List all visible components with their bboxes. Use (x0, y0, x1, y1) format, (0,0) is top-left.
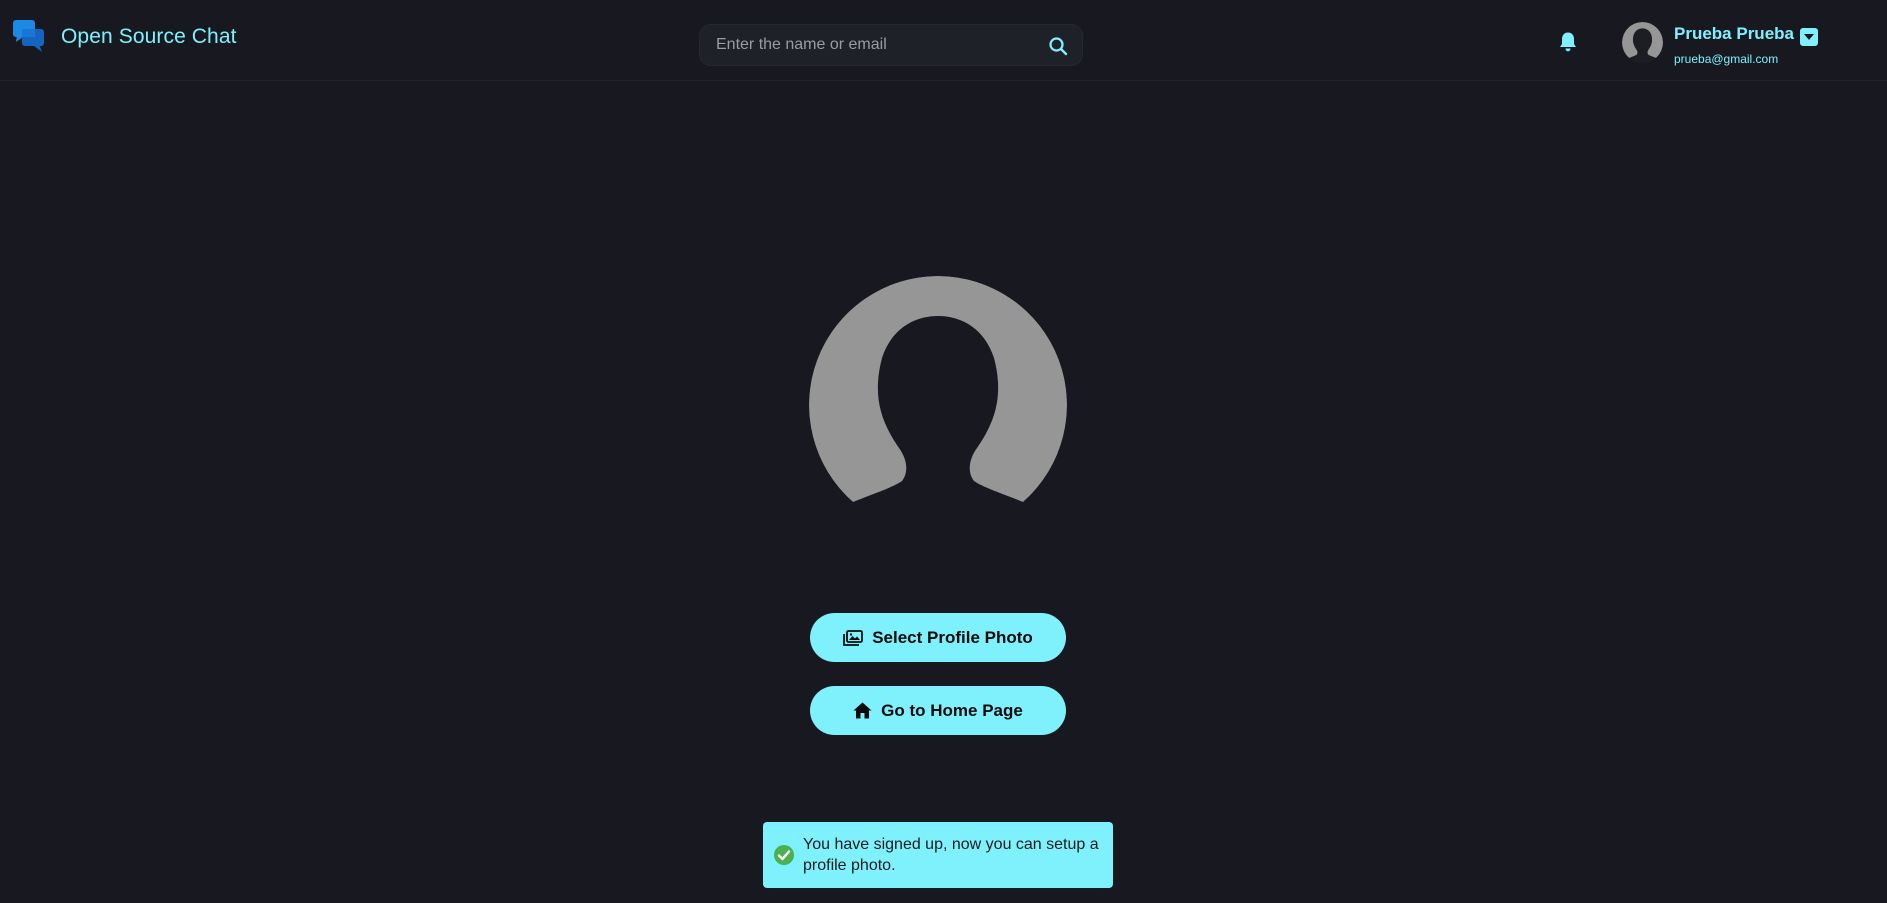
bell-icon[interactable] (1558, 31, 1578, 53)
default-avatar-icon (1622, 22, 1663, 58)
signup-success-toast[interactable]: You have signed up, now you can setup a … (763, 822, 1113, 888)
user-name[interactable]: Prueba Prueba (1674, 24, 1794, 44)
top-nav-bar: Open Source Chat Prueba Prueba prueba@gm… (0, 0, 1887, 81)
default-avatar-icon (809, 276, 1067, 502)
home-icon (853, 702, 872, 719)
profile-photo-preview (809, 276, 1067, 534)
select-profile-photo-button[interactable]: Select Profile Photo (810, 613, 1066, 662)
search-box (699, 24, 1083, 66)
user-avatar[interactable] (1622, 22, 1663, 63)
app-title[interactable]: Open Source Chat (61, 25, 237, 49)
search-icon[interactable] (1048, 36, 1068, 56)
select-profile-photo-label: Select Profile Photo (872, 627, 1033, 647)
caret-down-icon (1804, 34, 1814, 40)
go-to-home-label: Go to Home Page (881, 700, 1023, 720)
check-circle-icon (773, 844, 795, 866)
images-icon (843, 629, 864, 646)
chat-bubbles-icon[interactable] (13, 20, 45, 54)
user-email: prueba@gmail.com (1674, 52, 1779, 66)
user-menu-button[interactable] (1800, 28, 1818, 46)
toast-message: You have signed up, now you can setup a … (803, 836, 1099, 874)
search-input[interactable] (716, 25, 1036, 65)
go-to-home-button[interactable]: Go to Home Page (810, 686, 1066, 735)
